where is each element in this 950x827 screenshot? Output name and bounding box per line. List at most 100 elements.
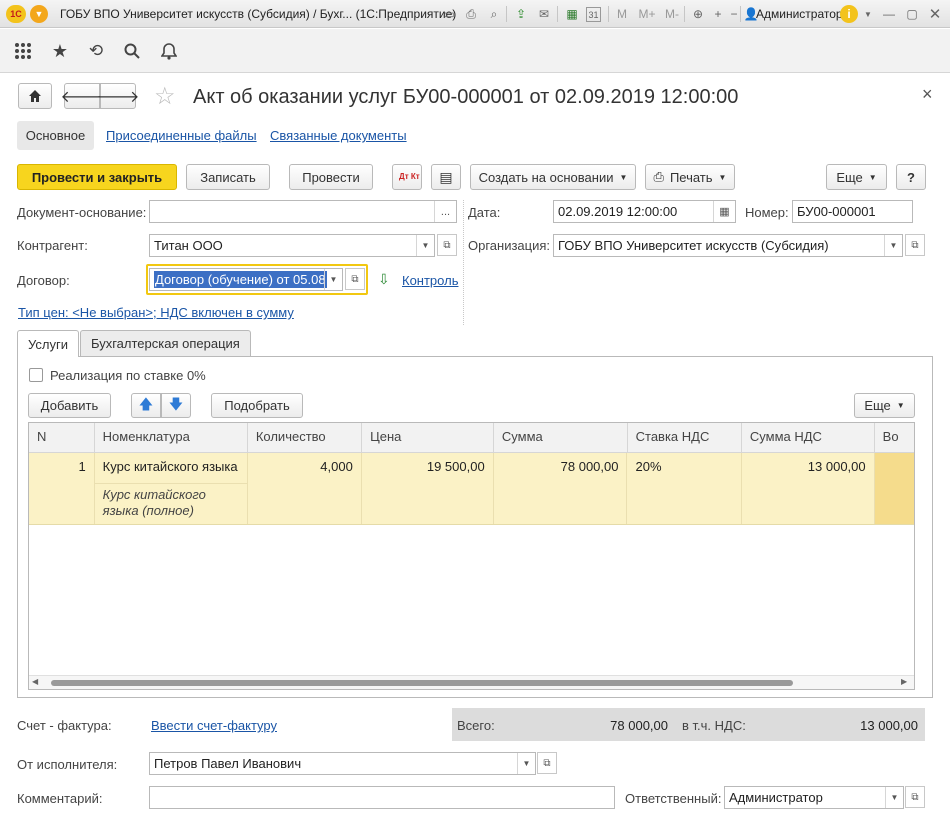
services-more-button[interactable]: Еще ▼ bbox=[854, 393, 915, 418]
post-button[interactable]: Провести bbox=[289, 164, 373, 190]
search-icon[interactable] bbox=[119, 38, 145, 64]
add-button[interactable]: Добавить bbox=[28, 393, 111, 418]
col-price[interactable]: Цена bbox=[362, 423, 494, 452]
more-button[interactable]: Еще ▼ bbox=[826, 164, 887, 190]
help-button[interactable]: ? bbox=[896, 164, 926, 190]
arrow-right-icon: 🡒 bbox=[96, 88, 140, 106]
control-icon: ⇩ bbox=[378, 271, 390, 287]
counterparty-field[interactable]: Титан ООО ▼ bbox=[149, 234, 435, 257]
contract-value: Договор (обучение) от 05.08 bbox=[154, 271, 327, 288]
open-contract-icon[interactable]: ⧉ bbox=[345, 268, 365, 290]
save-icon[interactable]: ⇪ bbox=[512, 5, 530, 23]
organization-label: Организация: bbox=[468, 238, 551, 253]
responsible-value: Администратор bbox=[729, 790, 823, 805]
executor-field[interactable]: Петров Павел Иванович ▼ bbox=[149, 752, 536, 775]
grid-menu-icon[interactable] bbox=[10, 38, 36, 64]
home-icon bbox=[29, 90, 41, 102]
chevron-down-icon[interactable]: ▼ bbox=[859, 5, 877, 23]
col-vat-sum[interactable]: Сумма НДС bbox=[742, 423, 875, 452]
post-and-close-button[interactable]: Провести и закрыть bbox=[17, 164, 177, 190]
chevron-down-icon[interactable]: ▼ bbox=[885, 787, 903, 808]
pick-button[interactable]: Подобрать bbox=[211, 393, 303, 418]
price-type-link[interactable]: Тип цен: <Не выбран>; НДС включен в сумм… bbox=[18, 305, 294, 320]
organization-field[interactable]: ГОБУ ВПО Университет искусств (Субсидия)… bbox=[553, 234, 903, 257]
info-icon[interactable]: i bbox=[840, 5, 858, 23]
doc-icon[interactable]: ▭ bbox=[440, 5, 458, 23]
mminus-icon[interactable]: M- bbox=[662, 5, 682, 23]
col-n[interactable]: N bbox=[29, 423, 95, 452]
bell-icon[interactable] bbox=[156, 38, 182, 64]
dt-kt-button[interactable]: Дт Кт bbox=[392, 164, 422, 190]
move-down-button[interactable]: 🡇 bbox=[161, 393, 191, 418]
print-icon[interactable]: ⎙ bbox=[462, 5, 480, 23]
print-button[interactable]: ⎙ Печать ▼ bbox=[645, 164, 735, 190]
create-based-on-button[interactable]: Создать на основании ▼ bbox=[470, 164, 636, 190]
back-button[interactable]: 🡐 bbox=[61, 83, 103, 109]
control-link[interactable]: Контроль bbox=[402, 273, 458, 288]
col-nomenclature[interactable]: Номенклатура bbox=[95, 423, 248, 452]
history-icon[interactable]: ⟲ bbox=[83, 38, 109, 64]
number-field[interactable]: БУ00-000001 bbox=[792, 200, 913, 223]
close-window-icon[interactable]: ✕ bbox=[926, 5, 944, 23]
open-counterparty-icon[interactable]: ⧉ bbox=[437, 234, 457, 256]
date-field[interactable]: 02.09.2019 12:00:00 ▦ bbox=[553, 200, 736, 223]
horizontal-scrollbar[interactable]: ◀ ▶ bbox=[29, 675, 914, 689]
close-form-icon[interactable]: × bbox=[922, 84, 933, 105]
chevron-down-icon[interactable]: ▼ bbox=[517, 753, 535, 774]
calc-icon[interactable]: ▦ bbox=[563, 5, 581, 23]
base-document-field[interactable]: ... bbox=[149, 200, 457, 223]
report-button[interactable]: ▤ bbox=[431, 164, 461, 190]
column-divider bbox=[463, 200, 464, 325]
tab-related-documents[interactable]: Связанные документы bbox=[270, 128, 407, 143]
scroll-right-icon[interactable]: ▶ bbox=[901, 677, 907, 686]
window-title: ГОБУ ВПО Университет искусств (Субсидия)… bbox=[60, 7, 457, 21]
home-button[interactable] bbox=[18, 83, 52, 109]
responsible-field[interactable]: Администратор ▼ bbox=[724, 786, 904, 809]
more-label: Еще bbox=[836, 169, 863, 185]
cell-n: 1 bbox=[29, 453, 95, 524]
mplus-icon[interactable]: M+ bbox=[636, 5, 658, 23]
col-sum[interactable]: Сумма bbox=[494, 423, 628, 452]
zoom-icon[interactable]: ⊕ bbox=[689, 5, 707, 23]
calendar-icon[interactable]: ▦ bbox=[713, 201, 735, 222]
enter-invoice-link[interactable]: Ввести счет-фактуру bbox=[151, 718, 277, 733]
save-button[interactable]: Записать bbox=[186, 164, 270, 190]
chevron-down-icon[interactable]: ▼ bbox=[884, 235, 902, 256]
comment-field[interactable] bbox=[149, 786, 615, 809]
zero-rate-checkbox[interactable] bbox=[29, 368, 43, 382]
open-responsible-icon[interactable]: ⧉ bbox=[905, 786, 925, 808]
tabs-bar: Услуги Бухгалтерская операция bbox=[17, 330, 251, 357]
move-up-button[interactable]: 🡅 bbox=[131, 393, 161, 418]
cell-nomenclature: Курс китайского языка Курс китайского яз… bbox=[94, 453, 248, 524]
vat-value: 13 000,00 bbox=[860, 718, 918, 733]
favorite-star-icon[interactable]: ☆ bbox=[154, 82, 176, 111]
minimize-icon[interactable]: — bbox=[880, 5, 898, 23]
chevron-down-icon[interactable]: ▼ bbox=[416, 235, 434, 256]
scrollbar-thumb[interactable] bbox=[51, 680, 793, 686]
tab-attached-files[interactable]: Присоединенные файлы bbox=[106, 128, 257, 143]
tab-main[interactable]: Основное bbox=[17, 121, 94, 150]
col-quantity[interactable]: Количество bbox=[248, 423, 363, 452]
table-row[interactable]: 1 Курс китайского языка Курс китайского … bbox=[29, 453, 914, 525]
contract-label: Договор: bbox=[17, 273, 70, 288]
open-organization-icon[interactable]: ⧉ bbox=[905, 234, 925, 256]
m-icon[interactable]: M bbox=[613, 5, 631, 23]
app-menu-icon[interactable]: ▼ bbox=[30, 5, 48, 23]
chevron-down-icon[interactable]: ▼ bbox=[324, 269, 342, 290]
scroll-left-icon[interactable]: ◀ bbox=[32, 677, 38, 686]
preview-icon[interactable]: ⌕ bbox=[485, 5, 503, 23]
tab-accounting-operation[interactable]: Бухгалтерская операция bbox=[79, 330, 251, 356]
tab-main-label: Основное bbox=[25, 128, 86, 143]
col-vat-rate[interactable]: Ставка НДС bbox=[628, 423, 742, 452]
select-button[interactable]: ... bbox=[434, 201, 456, 222]
star-icon[interactable]: ★ bbox=[47, 38, 73, 64]
calendar-icon[interactable]: 31 bbox=[586, 7, 601, 22]
restore-icon[interactable]: ▢ bbox=[903, 5, 921, 23]
tab-services[interactable]: Услуги bbox=[17, 330, 79, 357]
contract-field[interactable]: Договор (обучение) от 05.08 ▼ bbox=[149, 268, 343, 291]
open-executor-icon[interactable]: ⧉ bbox=[537, 752, 557, 774]
forward-button[interactable]: 🡒 bbox=[97, 83, 139, 109]
col-extra[interactable]: Во bbox=[875, 423, 914, 452]
user-name[interactable]: Администратор bbox=[756, 7, 843, 21]
mail-icon[interactable]: ✉ bbox=[535, 5, 553, 23]
